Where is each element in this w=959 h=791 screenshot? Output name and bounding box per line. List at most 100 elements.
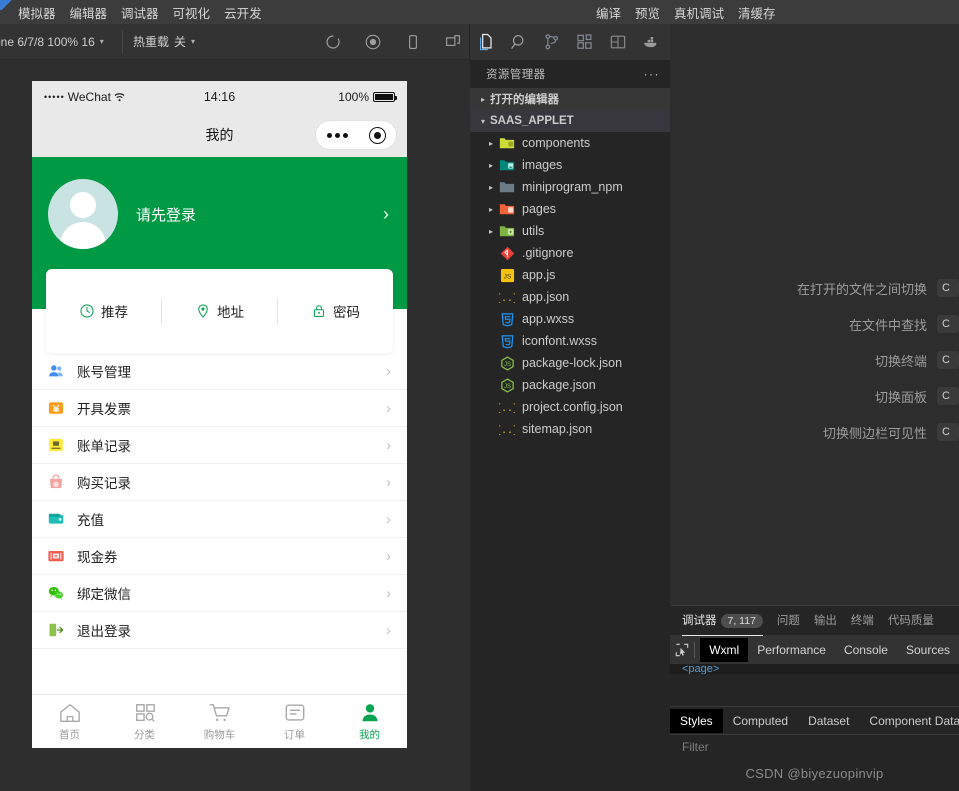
quick-action-address[interactable]: 地址 [162, 301, 277, 321]
chevron-right-icon[interactable]: ▸ [484, 183, 498, 192]
tree-item-iconfont-wxss[interactable]: iconfont.wxss [470, 330, 670, 352]
panel-tab-debugger[interactable]: 调试器 7, 117 [682, 606, 763, 636]
hot-reload-toggle[interactable]: 热重载 关 ▾ [133, 33, 195, 50]
panel-tab-terminal[interactable]: 终端 [851, 606, 874, 635]
profile-row[interactable]: 请先登录 › [32, 157, 407, 249]
style-tab-computed[interactable]: Computed [723, 709, 798, 733]
panel-tab-problems[interactable]: 问题 [777, 606, 800, 635]
panel-tab-code-quality[interactable]: 代码质量 [888, 606, 934, 635]
tree-item-package-json[interactable]: JS package.json [470, 374, 670, 396]
tabbar-home[interactable]: 首页 [32, 702, 107, 742]
section-saas-applet[interactable]: ▾ SAAS_APPLET [470, 110, 670, 132]
tree-item-pages[interactable]: ▸ pages [470, 198, 670, 220]
menu-cloud[interactable]: 云开发 [224, 3, 262, 22]
section-open-editors[interactable]: ▸ 打开的编辑器 [470, 88, 670, 110]
chevron-right-icon: › [386, 362, 391, 380]
tree-item-app-js[interactable]: JS app.js [470, 264, 670, 286]
menu-preview[interactable]: 预览 [635, 3, 660, 22]
menu-item-purchase-records[interactable]: 购买记录 › [32, 464, 407, 501]
shopping-bag-icon [46, 473, 65, 492]
menu-item-bill-records[interactable]: 账单记录 › [32, 427, 407, 464]
tree-item-utils[interactable]: ▸ utils [470, 220, 670, 242]
menu-item-issue-invoice[interactable]: 开具发票 › [32, 390, 407, 427]
menu-clear-cache[interactable]: 清缓存 [738, 3, 776, 22]
layout-panel-icon[interactable] [608, 32, 628, 52]
tree-item-label: pages [522, 202, 557, 216]
quick-action-password[interactable]: 密码 [278, 301, 393, 321]
menu-item-account-management[interactable]: 账号管理 › [32, 353, 407, 390]
tabbar-cart[interactable]: 购物车 [182, 702, 257, 742]
tree-item-sitemap-json[interactable]: {..} sitemap.json [470, 418, 670, 440]
tree-item-app-wxss[interactable]: app.wxss [470, 308, 670, 330]
source-control-icon[interactable] [542, 32, 562, 52]
menu-item-bind-wechat[interactable]: 绑定微信 › [32, 575, 407, 612]
simulator-panel: ••••• WeChat 14:16 100% 我的 请先登录 › 推荐 地址 … [0, 60, 470, 791]
tree-item-label: app.js [522, 268, 556, 282]
tree-item-project-config-json[interactable]: {..} project.config.json [470, 396, 670, 418]
style-filter-input[interactable]: Filter [670, 734, 959, 758]
menu-item-logout[interactable]: 退出登录 › [32, 612, 407, 649]
section-label: 打开的编辑器 [490, 94, 559, 106]
tree-item-label: iconfont.wxss [522, 334, 598, 348]
tree-item-package-lock-json[interactable]: JS package-lock.json [470, 352, 670, 374]
menu-item-label: 账单记录 [77, 439, 131, 454]
docker-whale-icon[interactable] [641, 32, 661, 52]
tree-item-miniprogram-npm[interactable]: ▸ miniprogram_npm [470, 176, 670, 198]
style-tab-styles[interactable]: Styles [670, 708, 723, 733]
device-selector[interactable]: one 6/7/8 100% 16 ▾ [0, 35, 112, 49]
hint-label: 切换面板 [874, 389, 927, 405]
quick-action-recommend[interactable]: 推荐 [46, 301, 161, 321]
tree-item-label: miniprogram_npm [522, 180, 623, 194]
chevron-right-icon: › [386, 621, 391, 639]
element-picker-icon[interactable] [670, 643, 694, 657]
menu-item-label: 现金券 [77, 550, 118, 565]
record-icon[interactable] [364, 33, 382, 51]
tree-item-gitignore[interactable]: .gitignore [470, 242, 670, 264]
tree-item-label: .gitignore [522, 246, 574, 260]
explorer-files-icon[interactable] [476, 32, 496, 52]
svg-text:{..}: {..} [499, 403, 515, 414]
tree-item-components[interactable]: ▸ components [470, 132, 670, 154]
tabbar-category[interactable]: 分类 [107, 702, 182, 742]
devtools-tab-console[interactable]: Console [835, 638, 897, 662]
style-tab-dataset[interactable]: Dataset [798, 709, 859, 733]
menu-item-recharge[interactable]: 充值 › [32, 501, 407, 538]
search-icon[interactable] [509, 32, 529, 52]
refresh-icon[interactable] [324, 33, 342, 51]
phone-screen: ••••• WeChat 14:16 100% 我的 请先登录 › 推荐 地址 … [32, 81, 407, 748]
nodejs-icon: JS [498, 377, 516, 393]
avatar[interactable] [48, 179, 118, 249]
chevron-right-icon[interactable]: ▸ [484, 227, 498, 236]
menu-editor[interactable]: 编辑器 [70, 3, 108, 22]
style-tab-component-data[interactable]: Component Data [859, 709, 959, 733]
chevron-right-icon[interactable]: ▸ [484, 205, 498, 214]
devtools-tab-sources[interactable]: Sources [897, 638, 959, 662]
capsule-close-target-icon[interactable] [368, 126, 386, 144]
panel-tab-output[interactable]: 输出 [814, 606, 837, 635]
devtools-tab-wxml[interactable]: Wxml [700, 638, 749, 662]
menu-left-group: 模拟器 编辑器 调试器 可视化 云开发 [0, 3, 262, 22]
devtools-tab-performance[interactable]: Performance [748, 638, 835, 662]
menu-item-cash-coupon[interactable]: 现金券 › [32, 538, 407, 575]
menu-debugger[interactable]: 调试器 [121, 3, 159, 22]
device-icon[interactable] [404, 33, 422, 51]
tree-item-app-json[interactable]: {..} app.json [470, 286, 670, 308]
capsule-more-icon[interactable] [326, 132, 348, 138]
menu-compile[interactable]: 编译 [596, 3, 621, 22]
top-menu-bar: 模拟器 编辑器 调试器 可视化 云开发 编译 预览 真机调试 清缓存 [0, 0, 959, 24]
more-actions-icon[interactable]: ··· [644, 67, 661, 81]
menu-realdevice-debug[interactable]: 真机调试 [674, 3, 724, 22]
tree-item-label: project.config.json [522, 400, 623, 414]
chevron-right-icon[interactable]: ▸ [484, 161, 498, 170]
menu-visual[interactable]: 可视化 [173, 3, 211, 22]
menu-item-label: 绑定微信 [77, 587, 131, 602]
tabbar-mine[interactable]: 我的 [332, 702, 407, 742]
css-icon [498, 311, 516, 327]
tree-item-images[interactable]: ▸ images [470, 154, 670, 176]
menu-simulator[interactable]: 模拟器 [18, 3, 56, 22]
wechat-capsule-button[interactable] [315, 120, 397, 150]
extensions-icon[interactable] [575, 32, 595, 52]
chevron-right-icon[interactable]: ▸ [484, 139, 498, 148]
tabbar-order[interactable]: 订单 [257, 702, 332, 742]
detach-window-icon[interactable] [444, 33, 462, 51]
